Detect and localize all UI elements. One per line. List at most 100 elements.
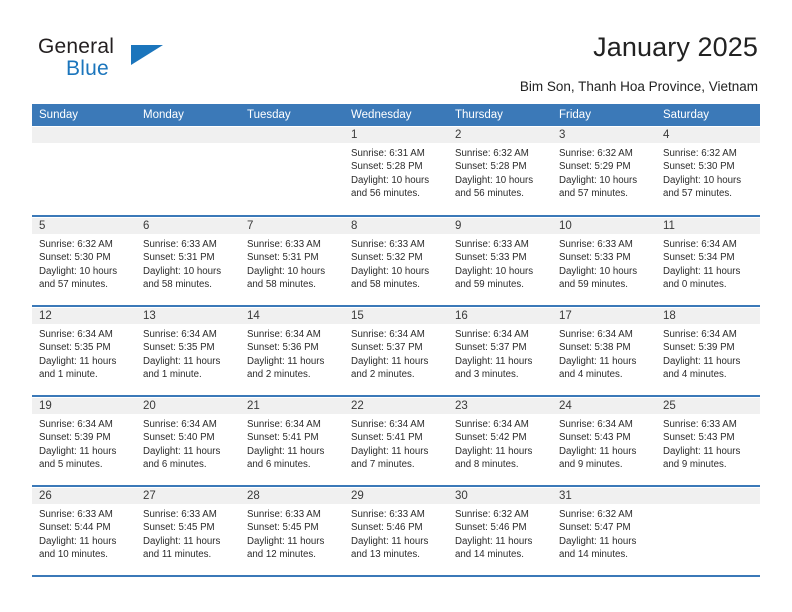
calendar-day-cell[interactable]: 19 Sunrise: 6:34 AM Sunset: 5:39 PM Dayligh… xyxy=(32,396,136,487)
calendar-day-cell[interactable]: 3 Sunrise: 6:32 AM Sunset: 5:29 PM Daylight… xyxy=(552,126,656,217)
calendar-day-cell[interactable]: 7 Sunrise: 6:33 AM Sunset: 5:31 PM Daylight… xyxy=(240,216,344,307)
calendar-day-cell[interactable]: 27 Sunrise: 6:33 AM Sunset: 5:45 PM Dayligh… xyxy=(136,486,240,577)
calendar-day-cell[interactable]: 17 Sunrise: 6:34 AM Sunset: 5:38 PM Dayligh… xyxy=(552,306,656,397)
sunset-text: Sunset: 5:42 PM xyxy=(455,432,527,444)
calendar-day-cell[interactable]: 4 Sunrise: 6:32 AM Sunset: 5:30 PM Daylight… xyxy=(656,126,760,217)
sunrise-text: Sunrise: 6:33 AM xyxy=(351,509,425,520)
sunset-text: Sunset: 5:47 PM xyxy=(559,522,631,534)
sunrise-text: Sunrise: 6:33 AM xyxy=(143,239,217,250)
sunrise-text: Sunrise: 6:34 AM xyxy=(455,329,529,340)
daylight-text-line2: and 58 minutes. xyxy=(351,279,420,291)
calendar-day-cell[interactable]: 20 Sunrise: 6:34 AM Sunset: 5:40 PM Dayligh… xyxy=(136,396,240,487)
sunset-text: Sunset: 5:28 PM xyxy=(455,161,527,173)
daylight-text-line1: Daylight: 10 hours xyxy=(455,265,534,277)
day-sun-info: Sunrise: 6:33 AM Sunset: 5:46 PM Daylight:… xyxy=(344,504,448,562)
daylight-text-line1: Daylight: 10 hours xyxy=(351,265,430,277)
day-sun-info: Sunrise: 6:34 AM Sunset: 5:39 PM Daylight:… xyxy=(656,324,760,382)
calendar-day-cell[interactable]: 21 Sunrise: 6:34 AM Sunset: 5:41 PM Dayligh… xyxy=(240,396,344,487)
day-number: 3 xyxy=(552,126,656,143)
daylight-text-line1: Daylight: 11 hours xyxy=(663,265,741,277)
calendar-day-cell[interactable]: 2 Sunrise: 6:32 AM Sunset: 5:28 PM Daylight… xyxy=(448,126,552,217)
calendar-day-cell[interactable]: 24 Sunrise: 6:34 AM Sunset: 5:43 PM Dayligh… xyxy=(552,396,656,487)
daylight-text-line2: and 14 minutes. xyxy=(559,549,628,561)
calendar-day-cell[interactable]: 25 Sunrise: 6:33 AM Sunset: 5:43 PM Dayligh… xyxy=(656,396,760,487)
sunrise-text: Sunrise: 6:33 AM xyxy=(559,239,633,250)
calendar-day-cell-empty xyxy=(32,126,136,217)
daylight-text-line2: and 6 minutes. xyxy=(143,459,207,471)
calendar-day-cell[interactable]: 12 Sunrise: 6:34 AM Sunset: 5:35 PM Dayligh… xyxy=(32,306,136,397)
sunrise-text: Sunrise: 6:34 AM xyxy=(351,419,425,430)
daylight-text-line2: and 58 minutes. xyxy=(247,279,316,291)
day-number: 14 xyxy=(240,307,344,324)
calendar-day-cell[interactable]: 5 Sunrise: 6:32 AM Sunset: 5:30 PM Daylight… xyxy=(32,216,136,307)
calendar-day-cell[interactable]: 1 Sunrise: 6:31 AM Sunset: 5:28 PM Daylight… xyxy=(344,126,448,217)
sunset-text: Sunset: 5:35 PM xyxy=(39,342,111,354)
calendar-day-cell[interactable]: 31 Sunrise: 6:32 AM Sunset: 5:47 PM Dayligh… xyxy=(552,486,656,577)
sunrise-text: Sunrise: 6:32 AM xyxy=(455,509,529,520)
sunset-text: Sunset: 5:46 PM xyxy=(351,522,423,534)
calendar-day-cell[interactable]: 28 Sunrise: 6:33 AM Sunset: 5:45 PM Dayligh… xyxy=(240,486,344,577)
weekday-header-friday: Friday xyxy=(552,104,656,126)
daylight-text-line2: and 0 minutes. xyxy=(663,279,727,291)
calendar-day-cell-empty xyxy=(240,126,344,217)
calendar-day-cell[interactable]: 23 Sunrise: 6:34 AM Sunset: 5:42 PM Dayligh… xyxy=(448,396,552,487)
daylight-text-line2: and 1 minute. xyxy=(143,369,202,381)
day-sun-info: Sunrise: 6:33 AM Sunset: 5:45 PM Daylight:… xyxy=(136,504,240,562)
sunrise-text: Sunrise: 6:32 AM xyxy=(559,148,633,159)
daylight-text-line1: Daylight: 11 hours xyxy=(247,445,325,457)
calendar-day-cell[interactable]: 11 Sunrise: 6:34 AM Sunset: 5:34 PM Dayligh… xyxy=(656,216,760,307)
day-sun-info: Sunrise: 6:32 AM Sunset: 5:29 PM Daylight:… xyxy=(552,143,656,201)
calendar-day-cell[interactable]: 15 Sunrise: 6:34 AM Sunset: 5:37 PM Dayligh… xyxy=(344,306,448,397)
day-sun-info: Sunrise: 6:34 AM Sunset: 5:43 PM Daylight:… xyxy=(552,414,656,472)
daylight-text-line1: Daylight: 11 hours xyxy=(247,355,325,367)
sunset-text: Sunset: 5:30 PM xyxy=(663,161,735,173)
day-sun-info: Sunrise: 6:34 AM Sunset: 5:40 PM Daylight:… xyxy=(136,414,240,472)
daylight-text-line1: Daylight: 10 hours xyxy=(247,265,326,277)
calendar-day-cell[interactable]: 8 Sunrise: 6:33 AM Sunset: 5:32 PM Daylight… xyxy=(344,216,448,307)
sunrise-text: Sunrise: 6:34 AM xyxy=(455,419,529,430)
day-number: 30 xyxy=(448,487,552,504)
daylight-text-line1: Daylight: 10 hours xyxy=(455,174,534,186)
calendar-day-cell[interactable]: 22 Sunrise: 6:34 AM Sunset: 5:41 PM Dayligh… xyxy=(344,396,448,487)
calendar-day-cell[interactable]: 16 Sunrise: 6:34 AM Sunset: 5:37 PM Dayligh… xyxy=(448,306,552,397)
day-number xyxy=(32,126,136,143)
calendar-day-cell[interactable]: 10 Sunrise: 6:33 AM Sunset: 5:33 PM Dayligh… xyxy=(552,216,656,307)
day-sun-info: Sunrise: 6:34 AM Sunset: 5:34 PM Daylight:… xyxy=(656,234,760,292)
calendar-day-cell[interactable]: 6 Sunrise: 6:33 AM Sunset: 5:31 PM Daylight… xyxy=(136,216,240,307)
sunset-text: Sunset: 5:41 PM xyxy=(247,432,319,444)
daylight-text-line1: Daylight: 11 hours xyxy=(455,355,533,367)
sunset-text: Sunset: 5:37 PM xyxy=(351,342,423,354)
sunrise-text: Sunrise: 6:34 AM xyxy=(143,329,217,340)
calendar-day-cell-empty xyxy=(136,126,240,217)
day-number xyxy=(656,487,760,504)
general-blue-logo[interactable]: General Blue xyxy=(38,36,163,80)
sunrise-text: Sunrise: 6:34 AM xyxy=(39,329,113,340)
sunrise-text: Sunrise: 6:32 AM xyxy=(559,509,633,520)
day-number: 22 xyxy=(344,397,448,414)
calendar-day-cell[interactable]: 29 Sunrise: 6:33 AM Sunset: 5:46 PM Dayligh… xyxy=(344,486,448,577)
calendar-day-cell[interactable]: 18 Sunrise: 6:34 AM Sunset: 5:39 PM Dayligh… xyxy=(656,306,760,397)
calendar-day-cell[interactable]: 26 Sunrise: 6:33 AM Sunset: 5:44 PM Dayligh… xyxy=(32,486,136,577)
daylight-text-line2: and 2 minutes. xyxy=(247,369,311,381)
calendar-day-cell[interactable]: 30 Sunrise: 6:32 AM Sunset: 5:46 PM Dayligh… xyxy=(448,486,552,577)
daylight-text-line2: and 56 minutes. xyxy=(351,188,420,200)
daylight-text-line1: Daylight: 10 hours xyxy=(143,265,222,277)
calendar-day-cell[interactable]: 14 Sunrise: 6:34 AM Sunset: 5:36 PM Dayligh… xyxy=(240,306,344,397)
calendar-day-cell[interactable]: 13 Sunrise: 6:34 AM Sunset: 5:35 PM Dayligh… xyxy=(136,306,240,397)
daylight-text-line1: Daylight: 11 hours xyxy=(455,535,533,547)
sunset-text: Sunset: 5:28 PM xyxy=(351,161,423,173)
day-sun-info: Sunrise: 6:32 AM Sunset: 5:30 PM Daylight:… xyxy=(656,143,760,201)
logo-text-blue: Blue xyxy=(66,57,109,80)
sunset-text: Sunset: 5:29 PM xyxy=(559,161,631,173)
day-number: 29 xyxy=(344,487,448,504)
sunrise-text: Sunrise: 6:34 AM xyxy=(247,419,321,430)
day-sun-info: Sunrise: 6:34 AM Sunset: 5:41 PM Daylight:… xyxy=(344,414,448,472)
sunrise-text: Sunrise: 6:34 AM xyxy=(663,239,737,250)
daylight-text-line2: and 14 minutes. xyxy=(455,549,524,561)
day-number: 18 xyxy=(656,307,760,324)
day-sun-info: Sunrise: 6:32 AM Sunset: 5:28 PM Daylight:… xyxy=(448,143,552,201)
sunset-text: Sunset: 5:39 PM xyxy=(663,342,735,354)
calendar-week-row: 5 Sunrise: 6:32 AM Sunset: 5:30 PM Daylight… xyxy=(32,216,760,307)
calendar-day-cell[interactable]: 9 Sunrise: 6:33 AM Sunset: 5:33 PM Daylight… xyxy=(448,216,552,307)
day-sun-info: Sunrise: 6:33 AM Sunset: 5:32 PM Daylight:… xyxy=(344,234,448,292)
